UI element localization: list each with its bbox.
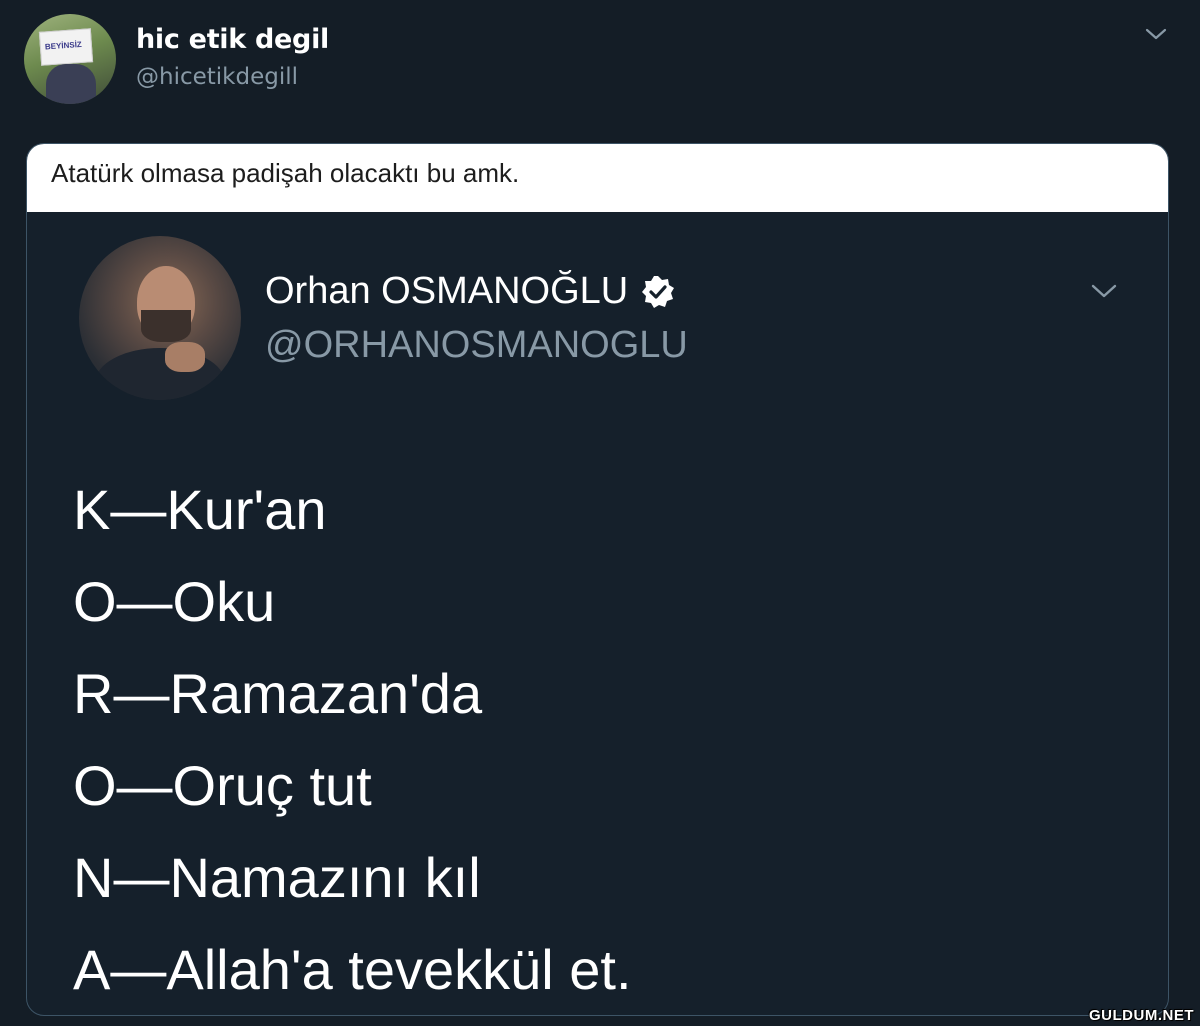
inner-display-name-row: Orhan OSMANOĞLU [265, 270, 676, 313]
image-caption: Atatürk olmasa padişah olacaktı bu amk. [51, 158, 520, 188]
inner-avatar [79, 236, 241, 400]
chevron-down-icon [1091, 284, 1117, 298]
inner-handle: @ORHANOSMANOGLU [265, 324, 688, 366]
outer-display-name[interactable]: hic etik degil [136, 24, 329, 55]
acrostic-line: N—Namazını kıl [73, 846, 481, 909]
embedded-image-card[interactable]: Atatürk olmasa padişah olacaktı bu amk. … [26, 143, 1169, 1016]
acrostic-line: A—Allah'a tevekkül et. [73, 938, 632, 1001]
acrostic-line: O—Oruç tut [73, 754, 372, 817]
acrostic-line: O—Oku [73, 570, 276, 633]
acrostic-line: K—Kur'an [73, 478, 327, 541]
outer-handle[interactable]: @hicetikdegill [136, 64, 298, 90]
tweet-page: BEYİNSİZ hic etik degil @hicetikdegill A… [0, 0, 1200, 1026]
inner-display-name: Orhan OSMANOĞLU [265, 270, 629, 312]
avatar-sign: BEYİNSİZ [38, 28, 94, 66]
acrostic-line: R—Ramazan'da [73, 662, 483, 725]
watermark: GULDUM.NET [1089, 1007, 1194, 1024]
acrostic-list: K—Kur'an O—Oku R—Ramazan'da O—Oruç tut N… [73, 464, 632, 1015]
avatar-sign-text: BEYİNSİZ [44, 39, 83, 52]
chevron-down-icon[interactable] [1144, 26, 1168, 42]
outer-avatar[interactable]: BEYİNSİZ [24, 14, 116, 104]
caption-bar: Atatürk olmasa padişah olacaktı bu amk. [27, 144, 1168, 212]
verified-badge-icon [642, 275, 675, 308]
